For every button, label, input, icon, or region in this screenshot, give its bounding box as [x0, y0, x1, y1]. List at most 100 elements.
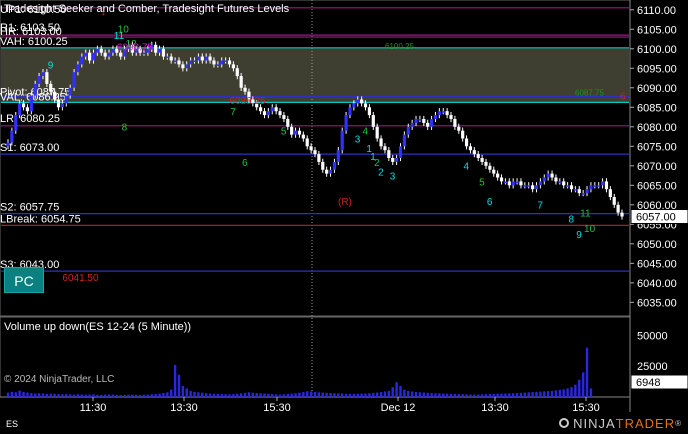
- candle-body: [414, 118, 418, 123]
- volume-bar: [375, 392, 379, 397]
- volume-bar: [438, 393, 441, 397]
- candle-body: [534, 185, 539, 190]
- candle-body: [274, 107, 278, 112]
- volume-bar: [216, 393, 220, 397]
- candle-body: [103, 52, 107, 57]
- volume-bar: [527, 392, 530, 397]
- volume-tick-label: 50000: [637, 330, 668, 342]
- volume-bar: [395, 382, 398, 397]
- candle-body: [161, 48, 166, 57]
- volume-bar: [224, 394, 227, 397]
- volume-bar: [578, 379, 581, 397]
- volume-bar: [30, 393, 33, 397]
- candle-body: [328, 169, 333, 174]
- volume-bar: [138, 394, 142, 397]
- seq-count: 8: [568, 214, 574, 225]
- level-label-vah: VAH: 6100.25: [0, 36, 68, 48]
- volume-bar: [239, 393, 243, 397]
- candle-body: [344, 115, 348, 131]
- time-tick-label: 15:30: [572, 402, 600, 414]
- volume-bar: [26, 392, 29, 397]
- seq-count: 7: [537, 201, 543, 212]
- volume-bar: [37, 393, 41, 397]
- candle-body: [597, 185, 601, 187]
- candle-body: [340, 130, 344, 151]
- volume-bar: [57, 394, 60, 397]
- candle-body: [336, 150, 340, 162]
- candle-body: [600, 181, 605, 186]
- price-tick-label: 6110.00: [637, 5, 676, 17]
- candle-body: [189, 60, 193, 65]
- volume-bar: [263, 393, 266, 397]
- volume-bar: [150, 394, 153, 397]
- volume-bar: [449, 393, 453, 397]
- seq-count: 6: [242, 158, 248, 169]
- candle-body: [332, 161, 337, 170]
- volume-bar: [453, 393, 457, 397]
- volume-bar: [508, 393, 511, 397]
- level-end-marker: 6: [620, 91, 626, 102]
- candle-body: [10, 130, 14, 143]
- volume-bar: [368, 393, 371, 397]
- volume-bar: [492, 393, 495, 397]
- price-tick-label: 6085.00: [637, 102, 677, 114]
- price-tick-label: 6050.00: [637, 239, 677, 251]
- candle-body: [429, 118, 434, 127]
- volume-bar: [325, 392, 328, 397]
- volume-bar: [504, 393, 507, 397]
- volume-bar: [267, 393, 270, 397]
- volume-bar: [341, 393, 344, 397]
- volume-bar: [570, 387, 573, 397]
- faded-level-text: 6087.75: [575, 89, 604, 98]
- candle-body: [418, 118, 422, 121]
- volume-bar: [290, 393, 293, 397]
- candle-body: [538, 181, 542, 186]
- volume-bar: [329, 393, 332, 397]
- volume-bar: [220, 394, 223, 397]
- price-marker: 6098.75: [117, 42, 154, 53]
- candle-body: [224, 60, 228, 62]
- candle-body: [546, 173, 550, 178]
- volume-bar: [135, 394, 138, 397]
- candle-body: [550, 173, 554, 178]
- volume-bar: [484, 394, 488, 397]
- volume-bar: [34, 393, 37, 397]
- candle-body: [88, 52, 92, 61]
- candle-body: [499, 177, 504, 182]
- candle-body: [441, 111, 445, 113]
- volume-bar: [519, 392, 523, 397]
- candle-body: [433, 115, 438, 119]
- volume-bar: [523, 392, 527, 397]
- volume-bar: [201, 392, 204, 397]
- candle-body: [480, 158, 484, 162]
- seq-count: 8: [122, 123, 128, 134]
- volume-bar: [76, 394, 80, 397]
- volume-bar: [100, 394, 103, 397]
- candle-body: [612, 197, 616, 205]
- volume-bar: [543, 391, 546, 397]
- volume-bar: [422, 392, 426, 397]
- volume-bar: [457, 394, 460, 397]
- candle-body: [453, 118, 457, 127]
- volume-bar: [22, 391, 25, 397]
- candle-body: [573, 189, 577, 191]
- candle-body: [165, 56, 169, 59]
- exchange-label: ES: [6, 419, 18, 429]
- volume-bar: [364, 393, 367, 397]
- candle-body: [464, 138, 469, 147]
- volume-bar: [84, 394, 87, 397]
- volume-bar: [473, 394, 476, 397]
- volume-bar: [154, 393, 157, 397]
- volume-bar: [558, 389, 562, 397]
- candle-body: [581, 193, 585, 195]
- candle-body: [196, 56, 201, 61]
- pc-button[interactable]: PC: [4, 267, 44, 293]
- candle-body: [554, 177, 558, 182]
- volume-bar: [566, 388, 569, 397]
- volume-bar: [259, 393, 262, 397]
- volume-bar: [321, 392, 324, 397]
- volume-bar: [414, 392, 418, 397]
- volume-bar: [212, 393, 216, 397]
- last-price-label: 6057.00: [636, 212, 676, 224]
- price-tick-label: 6080.00: [637, 122, 677, 134]
